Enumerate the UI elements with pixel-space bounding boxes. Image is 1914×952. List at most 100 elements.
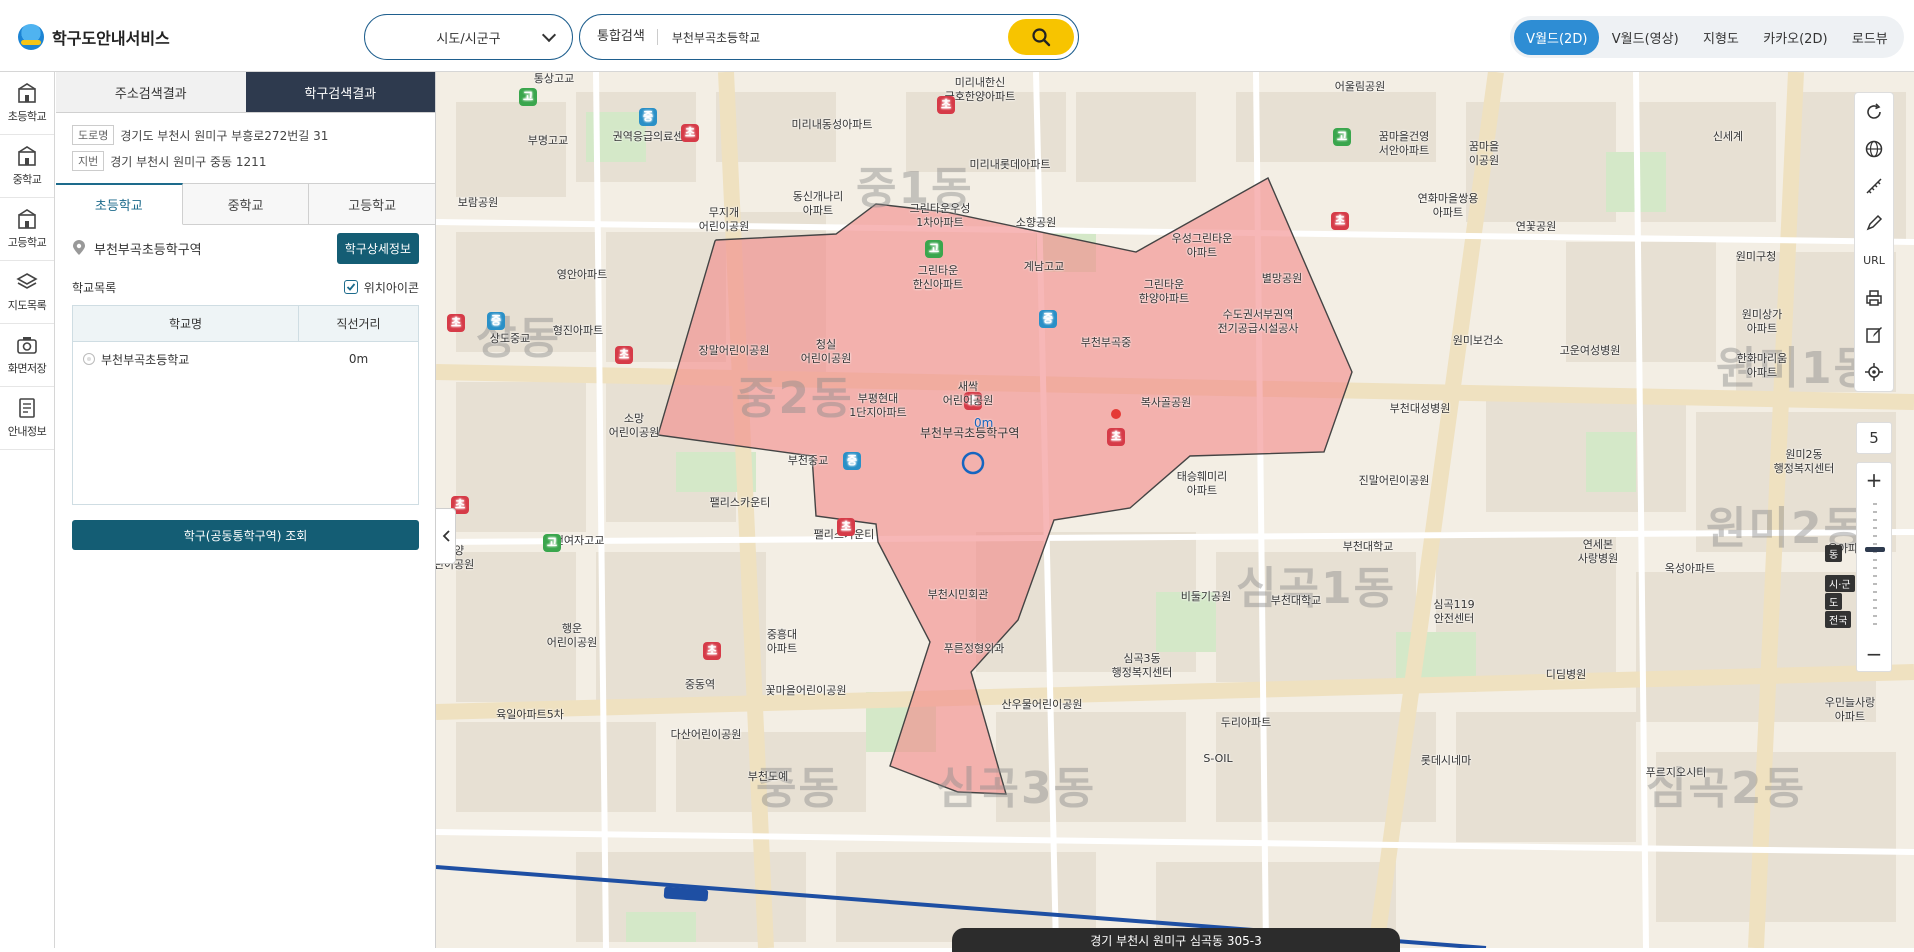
map-poi[interactable]: 상도중교	[490, 332, 530, 346]
tab-zone-result[interactable]: 학구검색결과	[245, 72, 435, 113]
middle-school-icon[interactable]: 중	[843, 452, 861, 472]
map-poi[interactable]: 수도권서부권역 전기공급시설공사	[1218, 308, 1299, 336]
map-poi[interactable]: 꽃마을어린이공원	[766, 684, 847, 698]
zoom-out-button[interactable]: −	[1857, 639, 1891, 669]
map-poi[interactable]: 진말어린이공원	[1359, 474, 1430, 488]
map-poi[interactable]: 육일아파트5차	[496, 708, 564, 722]
map-poi[interactable]: 별망공원	[1262, 272, 1302, 286]
map-poi[interactable]: 부평현대 1단지아파트	[849, 392, 907, 420]
map-poi[interactable]: S-OIL	[1203, 752, 1232, 766]
tab-middle[interactable]: 중학교	[182, 183, 310, 224]
map-poi[interactable]: 장말어린이공원	[699, 344, 770, 358]
search-button[interactable]	[1008, 19, 1074, 55]
map-poi[interactable]: 고운여성병원	[1560, 344, 1621, 358]
elementary-school-icon[interactable]: 초	[447, 314, 465, 334]
search-type-label[interactable]: 통합검색	[597, 29, 658, 45]
table-row[interactable]: 부천부곡초등학교 0m	[73, 342, 418, 376]
zoom-slider-handle[interactable]	[1865, 547, 1885, 552]
map-poi[interactable]: 부천시민회관	[928, 588, 989, 602]
map-poi[interactable]: 심곡119 안전센터	[1433, 598, 1474, 626]
map-poi[interactable]: 연화마을쌍용 아파트	[1418, 192, 1479, 220]
map-poi[interactable]: 원미2동 행정복지센터	[1774, 448, 1835, 476]
map-poi[interactable]: 권역응급의료센	[613, 130, 684, 144]
zoom-tag-do[interactable]: 도	[1825, 593, 1843, 610]
app-logo[interactable]: 학구도안내서비스	[18, 24, 170, 50]
map-poi[interactable]: 계남고교	[1024, 260, 1064, 274]
map-poi[interactable]: 푸른정형외과	[944, 642, 1005, 656]
map-type-vworld-2d[interactable]: V월드(2D)	[1514, 19, 1600, 55]
map-poi[interactable]: 부천대학교	[1271, 594, 1322, 608]
panel-collapse-button[interactable]	[436, 508, 456, 564]
map-poi[interactable]: 꿈마을건영 서안아파트	[1379, 130, 1430, 158]
map-poi[interactable]: 연꽃공원	[1516, 220, 1556, 234]
map-poi[interactable]: 중동역	[685, 678, 715, 692]
zone-query-button[interactable]: 학구(공동통학구역) 조회	[72, 520, 419, 550]
map-poi[interactable]: 우민늘사랑 아파트	[1825, 696, 1876, 724]
high-school-icon[interactable]: 고	[1333, 128, 1351, 148]
map-poi[interactable]: 그린타운 한양아파트	[1139, 278, 1190, 306]
map-poi[interactable]: 원미보건소	[1453, 334, 1504, 348]
map-type-kakao-2d[interactable]: 카카오(2D)	[1751, 20, 1839, 55]
nav-middle[interactable]: 중학교	[0, 135, 54, 198]
map-poi[interactable]: 두리아파트	[1221, 716, 1272, 730]
map-poi[interactable]: 우성그린타운 아파트	[1172, 232, 1233, 260]
nav-elementary[interactable]: 초등학교	[0, 72, 54, 135]
zoom-slider-track[interactable]	[1873, 503, 1877, 631]
map-poi[interactable]: 꿈마을 이공원	[1469, 140, 1499, 168]
map-poi[interactable]: 소망 어린이공원	[609, 412, 660, 440]
map-poi[interactable]: 원미상가 아파트	[1742, 308, 1782, 336]
elementary-school-icon[interactable]: 초	[681, 124, 699, 144]
refresh-icon[interactable]	[1861, 99, 1887, 125]
map-poi[interactable]: 그린타운우성 1차아파트	[910, 202, 971, 230]
map-poi[interactable]: 한화마리움 아파트	[1737, 352, 1788, 380]
search-input[interactable]	[671, 30, 1002, 44]
print-icon[interactable]	[1861, 285, 1887, 311]
map-poi[interactable]: 형진아파트	[553, 324, 604, 338]
map-type-vworld-image[interactable]: V월드(영상)	[1600, 20, 1691, 55]
nav-map-list[interactable]: 지도목록	[0, 261, 54, 324]
tab-address-result[interactable]: 주소검색결과	[56, 72, 246, 113]
map-type-terrain[interactable]: 지형도	[1691, 20, 1751, 55]
map-poi[interactable]: 비둘기공원	[1181, 590, 1232, 604]
elementary-school-icon[interactable]: 초	[937, 96, 955, 116]
map-poi[interactable]: 부명고교	[528, 134, 568, 148]
map-poi[interactable]: 부천대성병원	[1390, 402, 1451, 416]
elementary-school-icon[interactable]: 초	[1331, 212, 1349, 232]
middle-school-icon[interactable]: 중	[639, 108, 657, 128]
map-poi[interactable]: 그린타운 한신아파트	[913, 264, 964, 292]
nav-save-screen[interactable]: 화면저장	[0, 324, 54, 387]
map-poi[interactable]: 다산어린이공원	[671, 728, 742, 742]
elementary-school-icon[interactable]: 초	[703, 642, 721, 662]
map-poi[interactable]: 중흥대 아파트	[767, 628, 797, 656]
map-poi[interactable]: 통상고교	[534, 72, 574, 86]
map-poi[interactable]: 새싹 어린이공원	[943, 380, 994, 408]
draw-icon[interactable]	[1861, 210, 1887, 236]
zoom-tag-nation[interactable]: 전국	[1825, 611, 1852, 628]
map-poi[interactable]: 롯데시네마	[1421, 754, 1472, 768]
tab-high[interactable]: 고등학교	[309, 183, 436, 224]
map-poi[interactable]: 부천부곡중	[1081, 336, 1132, 350]
map-poi[interactable]: 어울림공원	[1335, 80, 1386, 94]
map-poi[interactable]: 동신개나리 아파트	[793, 190, 844, 218]
map-poi[interactable]: 심곡3동 행정복지센터	[1112, 652, 1173, 680]
elementary-school-icon[interactable]: 초	[837, 518, 855, 538]
map-poi[interactable]: 디딤병원	[1546, 668, 1586, 682]
map-view[interactable]: 중1동 중2동 상동 심곡1동 심곡3동 중동 원미1동 원미2동 심곡2동 초…	[436, 72, 1914, 948]
map-poi[interactable]: 연세본 사랑병원	[1578, 538, 1618, 566]
elementary-school-icon[interactable]: 초	[1107, 428, 1125, 448]
high-school-icon[interactable]: 고	[543, 534, 561, 554]
map-poi[interactable]: 팰리스카운티	[710, 496, 771, 510]
edit-icon[interactable]	[1861, 322, 1887, 348]
locate-icon[interactable]	[1861, 359, 1887, 385]
zoom-tag-sigun[interactable]: 시·군	[1825, 575, 1855, 592]
high-school-icon[interactable]: 고	[519, 88, 537, 108]
measure-icon[interactable]	[1861, 173, 1887, 199]
map-poi[interactable]: 소향공원	[1016, 216, 1056, 230]
globe-icon[interactable]	[1861, 136, 1887, 162]
map-poi[interactable]: 푸르지오시티	[1646, 766, 1707, 780]
map-poi[interactable]: 복사골공원	[1141, 396, 1192, 410]
map-poi[interactable]: 영안아파트	[557, 268, 608, 282]
map-poi[interactable]: 부천도예	[748, 770, 788, 784]
map-poi[interactable]: 부천중교	[788, 454, 828, 468]
map-poi[interactable]: 청실 어린이공원	[801, 338, 852, 366]
